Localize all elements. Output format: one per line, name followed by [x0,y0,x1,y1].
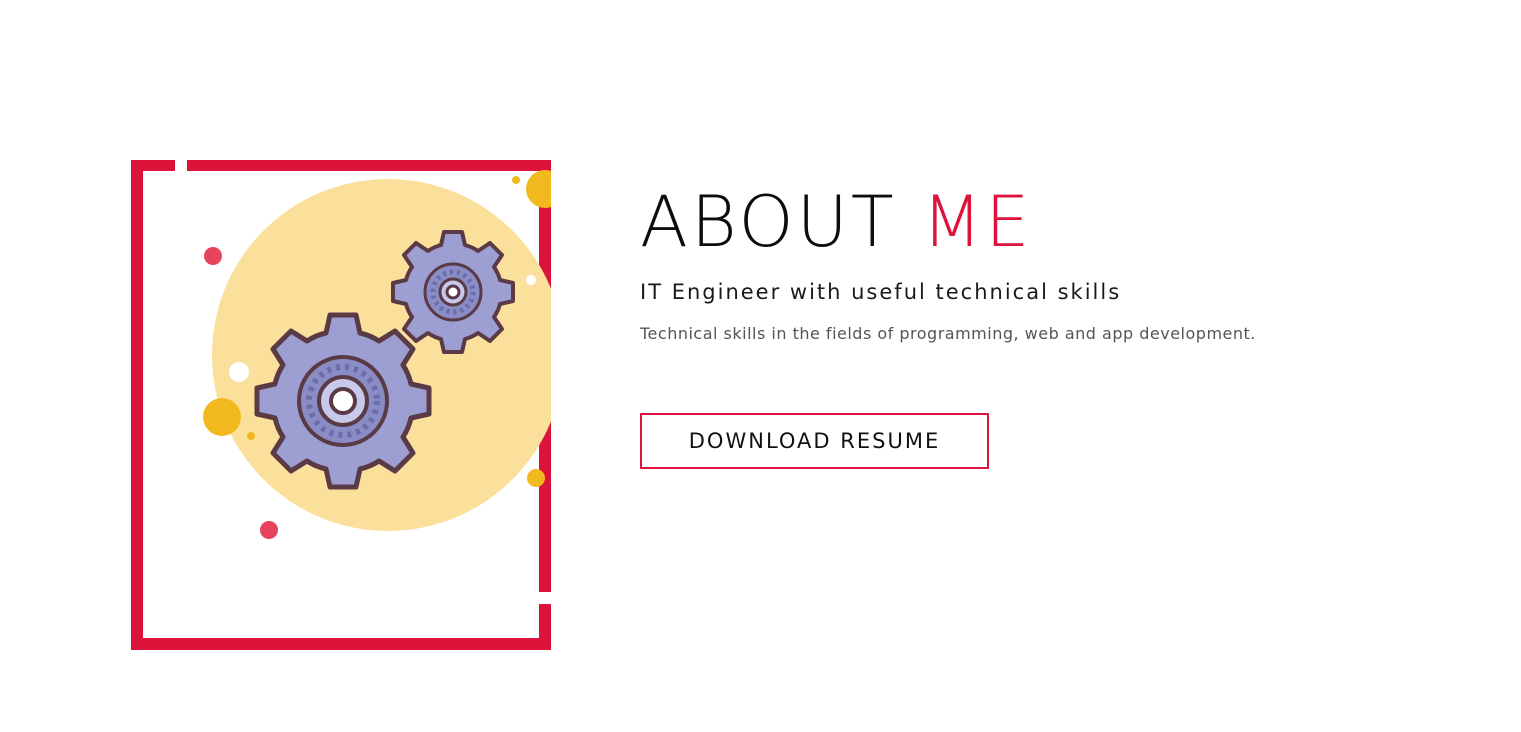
subtitle: IT Engineer with useful technical skills [640,280,1122,304]
illustration-frame [131,160,551,650]
heading-main: ABOUT [640,181,897,263]
heading-accent: ME [921,181,1033,263]
small-gear-icon [391,230,515,354]
description: Technical skills in the fields of progra… [640,324,1256,343]
about-content: ABOUT ME IT Engineer with useful technic… [640,180,1460,343]
download-resume-button[interactable]: DOWNLOAD RESUME [640,413,989,469]
large-gear-icon [254,312,432,490]
page-title: ABOUT ME [640,180,1460,264]
about-section: ABOUT ME IT Engineer with useful technic… [0,0,1521,732]
